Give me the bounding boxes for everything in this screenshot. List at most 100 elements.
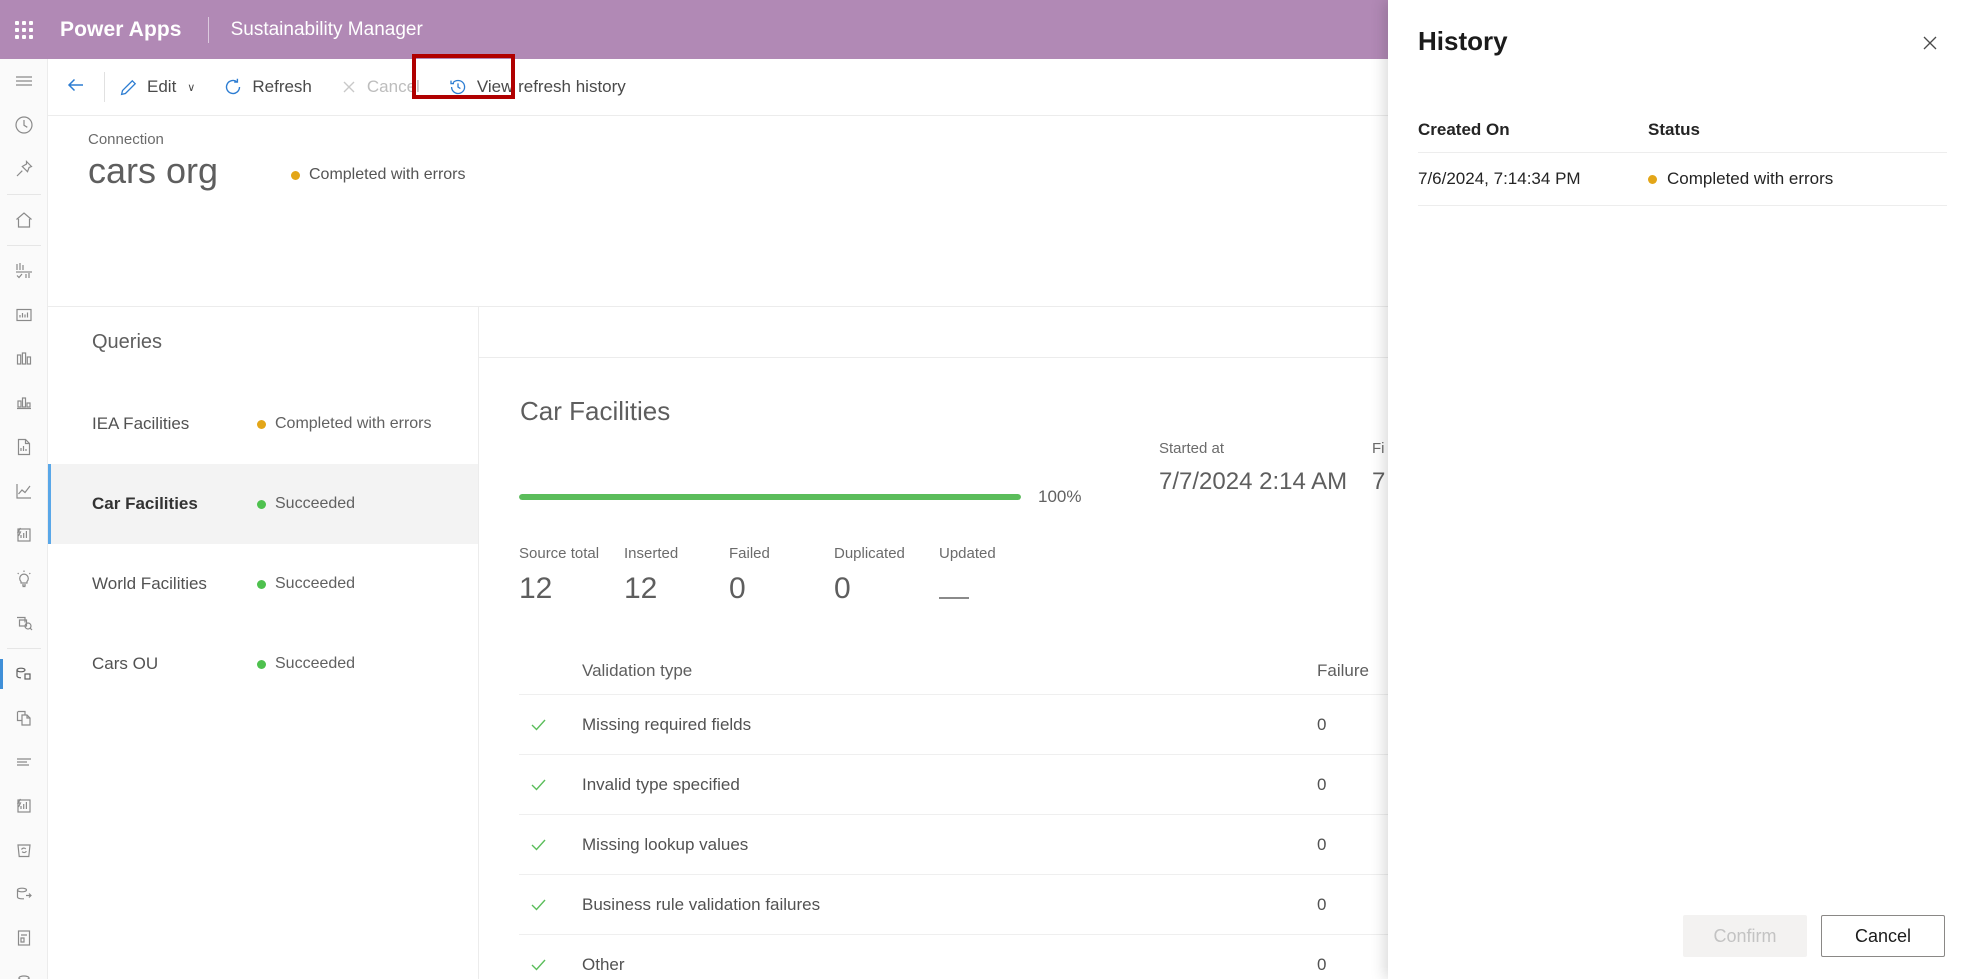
validation-type-header: Validation type [582,661,693,680]
history-row[interactable]: 7/6/2024, 7:14:34 PM Completed with error… [1418,152,1947,206]
detail-stat-label: Duplicated [834,545,905,562]
query-list-item[interactable]: World Facilities Succeeded [48,544,478,624]
query-status: Succeeded [257,655,355,673]
history-panel-title: History [1418,26,1508,56]
status-dot-icon [291,170,300,180]
data-insights-icon[interactable] [0,249,48,293]
query-status-label: Succeeded [275,575,356,592]
brand-product-name[interactable]: Power Apps [60,18,182,42]
progress-indicator: 100% [519,487,1081,507]
lightbulb-icon[interactable] [0,557,48,601]
detail-stat-value: 0 [729,572,746,605]
waffle-grid-icon [15,20,33,39]
copy-document-icon[interactable] [0,696,48,740]
recent-clock-icon[interactable] [0,103,48,147]
status-header: Status [1648,120,1700,139]
column-chart-icon[interactable] [0,381,48,425]
detail-stat-value [939,572,1044,606]
document-chart-icon[interactable] [0,425,48,469]
search-windows-icon[interactable] [0,601,48,645]
database-node-icon[interactable] [0,652,48,696]
document-page-icon[interactable] [0,916,48,960]
chevron-down-icon[interactable]: ∨ [187,81,195,94]
history-table-body: 7/6/2024, 7:14:34 PM Completed with error… [1418,152,1947,206]
query-name: IEA Facilities [92,414,190,433]
edit-button[interactable]: Edit ∨ [105,59,209,116]
edit-label: Edit [147,77,177,96]
queries-heading: Queries [92,331,163,353]
rail-divider [6,194,41,195]
query-status-label: Completed with errors [275,415,432,432]
history-panel-footer: Confirm Cancel [1388,893,1975,979]
app-root: Power Apps Sustainability Manager Ne [0,0,1975,979]
bar-chart-icon[interactable] [0,337,48,381]
created-on-header: Created On [1418,120,1510,139]
validation-table-body: Missing required fields 0 Invalid type spe… [519,694,1407,979]
detail-stat: Source total 12 [519,545,624,606]
home-icon[interactable] [0,198,48,242]
validation-row: Invalid type specified 0 [519,754,1407,814]
query-status: Succeeded [257,575,355,593]
recycle-bin-icon[interactable] [0,828,48,872]
lightning-chart-icon[interactable] [0,513,48,557]
query-list-item[interactable]: Car Facilities Succeeded [48,464,478,544]
hamburger-menu-icon[interactable] [0,59,48,103]
history-table: Created On Status 7/6/2024, 7:14:34 PM Co… [1388,108,1975,206]
brand-divider [207,16,209,43]
waffle-button[interactable] [0,20,48,39]
detail-stat-label: Updated [939,545,996,562]
check-icon [519,714,582,735]
connection-label: Connection [88,131,164,148]
history-clock-icon [448,77,468,97]
detail-stat: Failed 0 [729,545,834,606]
history-table-header: Created On Status [1418,108,1947,152]
report-chart-icon[interactable] [0,293,48,337]
back-button[interactable] [48,59,104,116]
detail-stat-value: 0 [834,572,851,605]
query-name: World Facilities [92,574,207,593]
record-status-label: Completed with errors [309,166,466,183]
database-icon[interactable] [0,960,48,979]
history-created-on: 7/6/2024, 7:14:34 PM [1418,169,1581,188]
progress-percent-label: 100% [1038,487,1082,506]
record-status-badge: Completed with errors [291,166,466,184]
started-at-value: 7/7/2024 2:14 AM [1159,468,1348,495]
query-status-label: Succeeded [275,495,356,512]
rail-divider [6,245,41,246]
list-lines-icon[interactable] [0,740,48,784]
check-icon [519,954,582,975]
view-refresh-history-button[interactable]: View refresh history [434,59,640,116]
check-icon [519,774,582,795]
query-list-item[interactable]: Cars OU Succeeded [48,624,478,704]
validation-table: Validation type Failure Missing required… [519,648,1407,979]
refresh-icon [223,77,243,97]
status-dot-icon [257,579,266,589]
status-dot-icon [1648,174,1657,184]
brand-app-name[interactable]: Sustainability Manager [231,19,423,41]
detail-stat-label: Source total [519,545,600,562]
lightning-chart-2-icon[interactable] [0,784,48,828]
detail-stat: Updated [939,545,1044,606]
confirm-button: Confirm [1683,915,1807,957]
detail-stat: Inserted 12 [624,545,729,606]
pinned-pin-icon[interactable] [0,147,48,191]
validation-row: Business rule validation failures 0 [519,874,1407,934]
cancel-label: Cancel [366,77,420,96]
detail-stats-row: Source total 12 Inserted 12 Failed 0 Duplicate… [519,545,1044,606]
record-title: cars org [88,150,219,191]
query-list-item[interactable]: IEA Facilities Completed with errors [48,384,478,464]
detail-stat-value: 12 [624,572,658,605]
progress-bar-track [519,494,1021,500]
close-icon[interactable] [1913,26,1947,60]
line-chart-icon[interactable] [0,469,48,513]
validation-type-cell: Business rule validation failures [582,894,821,914]
validation-type-cell: Other [582,954,625,974]
query-status-label: Succeeded [275,655,356,672]
left-nav-rail [0,59,48,979]
cancel-button[interactable]: Cancel [1821,915,1945,957]
validation-row: Missing required fields 0 [519,694,1407,754]
refresh-button[interactable]: Refresh [209,59,326,116]
cancel-button: Cancel [326,59,434,116]
query-status: Succeeded [257,495,355,513]
database-export-icon[interactable] [0,872,48,916]
